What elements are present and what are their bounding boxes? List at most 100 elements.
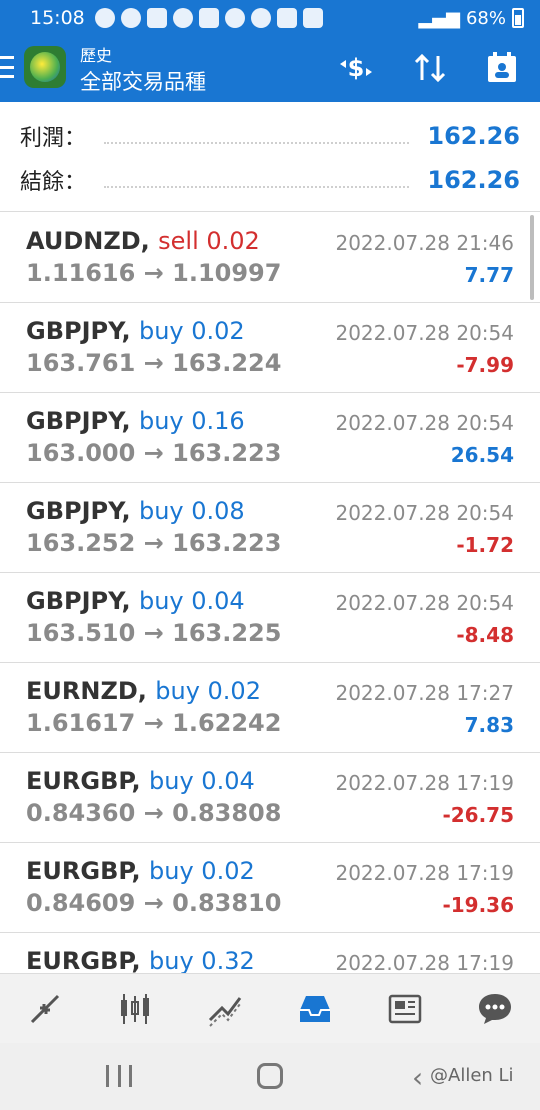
app-logo-icon[interactable]: [24, 46, 66, 88]
trade-symbol: GBPJPY,: [26, 317, 131, 345]
quotes-icon: [30, 994, 60, 1023]
currency-swap-icon[interactable]: $: [336, 50, 376, 86]
system-icons: ▂▄▆ 68%: [418, 8, 524, 29]
trade-prices: 1.61617 → 1.62242: [26, 709, 282, 737]
trade-profit: 26.54: [450, 443, 514, 467]
screen-title[interactable]: 全部交易品種: [80, 66, 206, 96]
trade-date: 2022.07.28 17:19: [335, 771, 514, 795]
trade-side: buy 0.02: [149, 857, 255, 885]
status-bar: 15:08 ▂▄▆ 68%: [0, 0, 540, 36]
chart-icon: [121, 993, 149, 1024]
back-button[interactable]: ‹: [412, 1061, 423, 1094]
balance-value: 162.26: [427, 166, 520, 194]
trade-symbol: GBPJPY,: [26, 497, 131, 525]
trade-side: buy 0.02: [155, 677, 261, 705]
trade-prices: 163.000 → 163.223: [26, 439, 282, 467]
trade-profit: -19.36: [442, 893, 514, 917]
chat-icon: [479, 993, 511, 1024]
trade-prices: 0.84360 → 0.83808: [26, 799, 282, 827]
sort-icon[interactable]: [410, 50, 450, 86]
menu-icon[interactable]: [0, 56, 14, 78]
trade-row[interactable]: GBPJPY, buy 0.08 163.252 → 163.223 2022.…: [0, 483, 540, 573]
home-button[interactable]: [257, 1063, 283, 1089]
screen-subtitle: 歷史: [80, 46, 113, 65]
trade-date: 2022.07.28 20:54: [335, 411, 514, 435]
system-navigation-bar: ‹ @Allen Li: [0, 1043, 540, 1110]
profit-value: 162.26: [427, 122, 520, 150]
avatar-icon: [120, 8, 141, 28]
app-bar: 歷史 全部交易品種 $: [0, 36, 540, 102]
trade-profit: -26.75: [442, 803, 514, 827]
nav-trade[interactable]: [180, 974, 270, 1043]
trade-prices: 163.510 → 163.225: [26, 619, 282, 647]
trade-symbol: EURGBP,: [26, 947, 141, 973]
balance-label: 結餘：: [20, 170, 87, 195]
trade-side: buy 0.04: [138, 587, 245, 615]
leader-dots: [104, 142, 410, 144]
trade-date: 2022.07.28 20:54: [335, 321, 514, 345]
trade-symbol: EURNZD,: [26, 677, 147, 705]
profit-row: 利潤： 162.26: [20, 114, 520, 158]
trade-history-list[interactable]: AUDNZD, sell 0.02 1.11616 → 1.10997 2022…: [0, 213, 540, 973]
messenger-icon: [250, 8, 271, 28]
battery-text: 68%: [465, 7, 506, 29]
trade-row[interactable]: EURGBP, buy 0.32 2022.07.28 17:19: [0, 933, 540, 973]
trade-row[interactable]: AUDNZD, sell 0.02 1.11616 → 1.10997 2022…: [0, 213, 540, 303]
trade-symbol: GBPJPY,: [26, 587, 131, 615]
alarm-icon: [94, 8, 115, 28]
trade-profit: 7.83: [464, 713, 514, 737]
app-notification-icon: [146, 8, 167, 28]
trade-row[interactable]: GBPJPY, buy 0.02 163.761 → 163.224 2022.…: [0, 303, 540, 393]
trade-prices: 163.252 → 163.223: [26, 529, 282, 557]
trade-date: 2022.07.28 20:54: [335, 501, 514, 525]
trade-symbol: EURGBP,: [26, 767, 141, 795]
trade-date: 2022.07.28 17:19: [335, 861, 514, 885]
battery-icon: [512, 8, 524, 28]
trade-symbol: AUDNZD,: [26, 227, 150, 255]
trade-date: 2022.07.28 17:27: [335, 681, 514, 705]
trade-row[interactable]: EURGBP, buy 0.02 0.84609 → 0.83810 2022.…: [0, 843, 540, 933]
bottom-navigation: [0, 973, 540, 1043]
trade-side: buy 0.08: [138, 497, 245, 525]
signal-icon: ▂▄▆: [418, 7, 460, 29]
sync-icon: [172, 8, 193, 28]
nav-news[interactable]: [360, 974, 450, 1043]
list-scrollbar[interactable]: [530, 215, 534, 300]
flag-icon: [198, 8, 219, 28]
trade-icon: [208, 996, 242, 1027]
trade-profit: -8.48: [456, 623, 514, 647]
leader-dots: [104, 186, 410, 188]
trade-side: buy 0.02: [138, 317, 245, 345]
trade-row[interactable]: EURNZD, buy 0.02 1.61617 → 1.62242 2022.…: [0, 663, 540, 753]
trade-side: buy 0.32: [149, 947, 255, 973]
nav-chart[interactable]: [90, 974, 180, 1043]
balance-row: 結餘： 162.26: [20, 158, 520, 202]
trade-date: 2022.07.28 17:19: [335, 951, 514, 973]
notification-icons: [94, 8, 323, 28]
nav-history[interactable]: [270, 974, 360, 1043]
trade-profit: -1.72: [456, 533, 514, 557]
message-icon: [224, 8, 245, 28]
trade-symbol: GBPJPY,: [26, 407, 131, 435]
trade-symbol: EURGBP,: [26, 857, 141, 885]
mail-icon: [302, 8, 323, 28]
calendar-icon[interactable]: [482, 50, 522, 86]
trade-side: buy 0.04: [149, 767, 255, 795]
trade-date: 2022.07.28 20:54: [335, 591, 514, 615]
trade-row[interactable]: GBPJPY, buy 0.16 163.000 → 163.223 2022.…: [0, 393, 540, 483]
gallery-icon: [276, 8, 297, 28]
trade-date: 2022.07.28 21:46: [335, 231, 514, 255]
history-icon: [300, 995, 330, 1022]
nav-quotes[interactable]: [0, 974, 90, 1043]
nav-chat[interactable]: [450, 974, 540, 1043]
svg-text:$: $: [348, 54, 365, 82]
recents-button[interactable]: [106, 1065, 132, 1087]
trade-profit: 7.77: [464, 263, 514, 287]
trade-row[interactable]: GBPJPY, buy 0.04 163.510 → 163.225 2022.…: [0, 573, 540, 663]
trade-row[interactable]: EURGBP, buy 0.04 0.84360 → 0.83808 2022.…: [0, 753, 540, 843]
trade-side: buy 0.16: [138, 407, 245, 435]
trade-prices: 0.84609 → 0.83810: [26, 889, 282, 917]
trade-profit: -7.99: [456, 353, 514, 377]
news-icon: [388, 994, 422, 1023]
trade-prices: 163.761 → 163.224: [26, 349, 282, 377]
